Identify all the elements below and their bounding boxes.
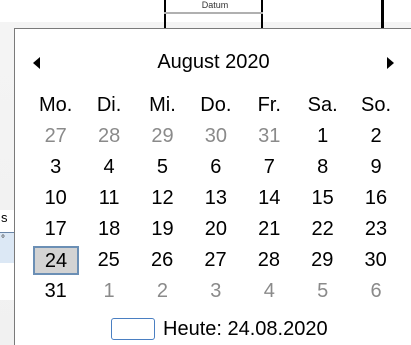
- day-cell[interactable]: 23: [349, 215, 402, 246]
- month-title[interactable]: August 2020: [15, 51, 411, 74]
- weekday-label: Mo.: [39, 94, 73, 116]
- day-cell-other-month[interactable]: 28: [82, 122, 135, 153]
- day-cell[interactable]: 8: [296, 153, 349, 184]
- day-cell-other-month[interactable]: 6: [349, 277, 402, 308]
- weekday-label: So.: [361, 94, 392, 116]
- day-cell[interactable]: 2: [349, 122, 402, 153]
- day-cell-other-month[interactable]: 30: [189, 122, 242, 153]
- day-cell-other-month[interactable]: 2: [136, 277, 189, 308]
- day-cell-other-month[interactable]: 4: [243, 277, 296, 308]
- day-cell[interactable]: 7: [243, 153, 296, 184]
- day-cell[interactable]: 3: [29, 153, 82, 184]
- background-column-label: Datum: [201, 0, 229, 10]
- next-month-button[interactable]: [387, 53, 403, 73]
- week-row: 17 18 19 20 21 22 23: [29, 215, 403, 246]
- day-cell-other-month[interactable]: 27: [29, 122, 82, 153]
- day-cell[interactable]: 13: [189, 184, 242, 215]
- day-cell-other-month[interactable]: 1: [82, 277, 135, 308]
- weekday-label: Di.: [96, 94, 122, 116]
- background-stub-mark: °: [1, 234, 5, 245]
- day-cell-selected[interactable]: 24: [33, 246, 79, 275]
- background-divider: [164, 0, 166, 28]
- date-picker-calendar: August 2020 Mo. Di. Mi. Do. Fr. Sa. So. …: [14, 28, 411, 345]
- day-cell[interactable]: 16: [349, 184, 402, 215]
- day-cell[interactable]: 6: [189, 153, 242, 184]
- week-row: 24 25 26 27 28 29 30: [29, 246, 403, 277]
- day-cell[interactable]: 1: [296, 122, 349, 153]
- day-cell[interactable]: 15: [296, 184, 349, 215]
- calendar-header: August 2020: [15, 43, 411, 83]
- day-cell[interactable]: 14: [243, 184, 296, 215]
- weekday-label: Do.: [200, 94, 232, 116]
- today-button[interactable]: Heute: 24.08.2020: [111, 315, 328, 343]
- day-cell[interactable]: 4: [82, 153, 135, 184]
- triangle-right-icon: [387, 57, 394, 69]
- day-cell-other-month[interactable]: 3: [189, 277, 242, 308]
- day-cell[interactable]: 30: [349, 246, 402, 277]
- week-row: 27 28 29 30 31 1 2: [29, 122, 403, 153]
- week-row: 31 1 2 3 4 5 6: [29, 277, 403, 308]
- today-marker-box: [111, 318, 155, 340]
- day-cell-other-month[interactable]: 5: [296, 277, 349, 308]
- background-stub-text: s: [1, 210, 8, 225]
- calendar-weeks: 27 28 29 30 31 1 2 3 4 5 6 7 8 9 10 11 12 13 14 15 16 17 18 19 2…: [29, 122, 403, 308]
- day-cell[interactable]: 5: [136, 153, 189, 184]
- week-row: 3456789: [29, 153, 403, 184]
- weekday-label: Mi.: [149, 94, 176, 116]
- day-cell[interactable]: 26: [135, 246, 188, 277]
- weekday-label: Sa.: [307, 94, 338, 116]
- day-cell[interactable]: 18: [82, 215, 135, 246]
- week-row: 10 11 12 13 14 15 16: [29, 184, 403, 215]
- day-cell-other-month[interactable]: 31: [243, 122, 296, 153]
- day-cell[interactable]: 10: [29, 184, 82, 215]
- day-cell[interactable]: 21: [243, 215, 296, 246]
- day-cell[interactable]: 31: [29, 277, 82, 308]
- day-cell[interactable]: 25: [82, 246, 135, 277]
- today-label: Heute: 24.08.2020: [163, 317, 328, 340]
- weekday-label: Fr.: [257, 94, 281, 116]
- day-cell[interactable]: 27: [189, 246, 242, 277]
- day-cell[interactable]: 29: [296, 246, 349, 277]
- calendar-grid: Mo. Di. Mi. Do. Fr. Sa. So. 27 28 29 30 31 1 2…: [29, 91, 403, 308]
- background-divider: [381, 0, 384, 28]
- day-cell[interactable]: 20: [189, 215, 242, 246]
- day-cell[interactable]: 11: [82, 184, 135, 215]
- day-cell[interactable]: 19: [136, 215, 189, 246]
- weekday-header-row: Mo. Di. Mi. Do. Fr. Sa. So.: [29, 91, 403, 122]
- day-cell[interactable]: 17: [29, 215, 82, 246]
- background-divider: [164, 12, 263, 14]
- day-cell[interactable]: 22: [296, 215, 349, 246]
- day-cell[interactable]: 28: [242, 246, 295, 277]
- day-cell[interactable]: 9: [349, 153, 402, 184]
- day-cell[interactable]: 12: [136, 184, 189, 215]
- background-divider: [261, 0, 263, 28]
- background-left-control: s °: [0, 210, 15, 300]
- day-cell-other-month[interactable]: 29: [136, 122, 189, 153]
